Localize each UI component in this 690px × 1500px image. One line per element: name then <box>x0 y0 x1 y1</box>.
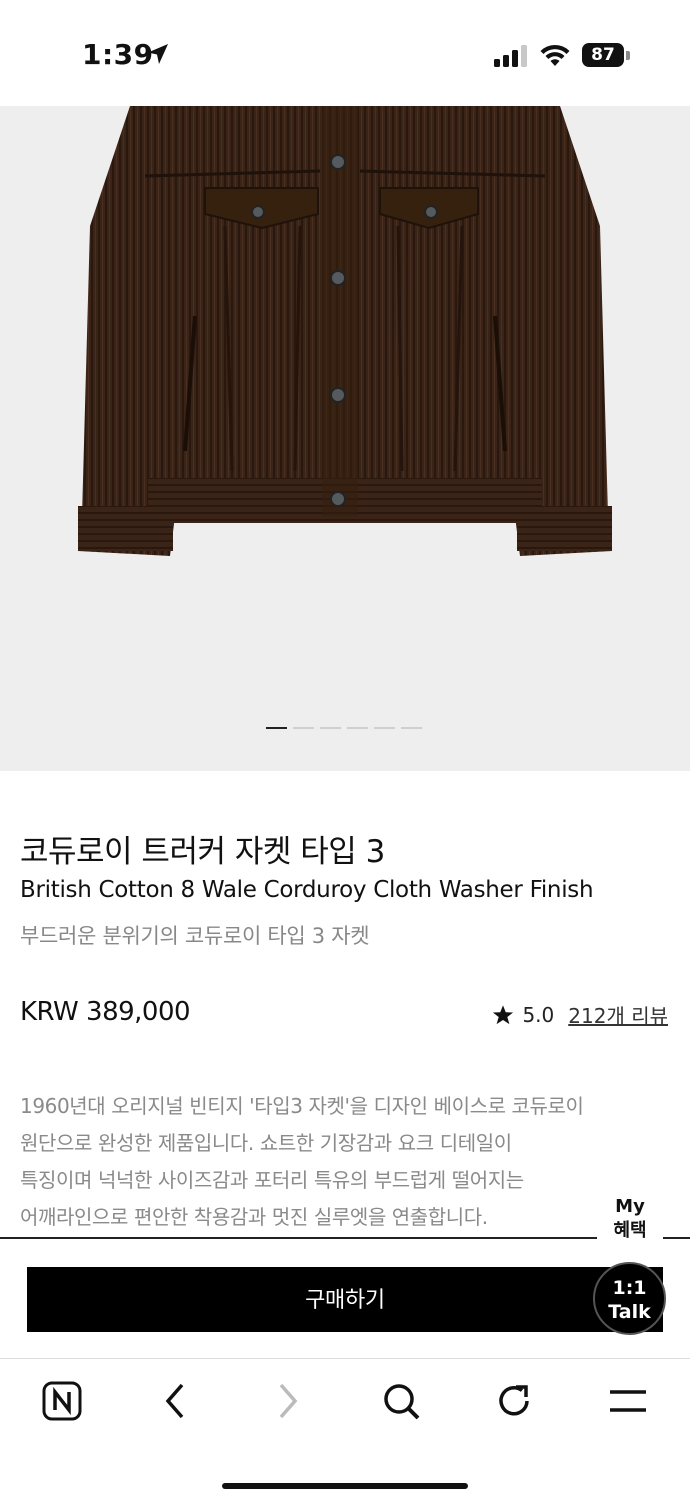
jacket-illustration <box>78 106 612 556</box>
reviews-link[interactable]: 212개 리뷰 <box>568 1000 668 1029</box>
status-time: 1:39 <box>82 38 154 71</box>
divider <box>663 1237 690 1239</box>
naver-home-icon[interactable] <box>40 1379 84 1423</box>
my-benefit-button[interactable]: My 혜택 <box>600 1195 660 1243</box>
talk-button[interactable]: 1:1 Talk <box>593 1262 666 1335</box>
description-line: 어깨라인으로 편안한 착용감과 멋진 실루엣을 연출합니다. <box>20 1205 488 1229</box>
pager-dot[interactable] <box>374 727 395 729</box>
my-benefit-label-2: 혜택 <box>613 1220 647 1241</box>
wifi-icon <box>540 44 570 66</box>
product-title-ko: 코듀로이 트러커 자켓 타입 3 <box>20 834 385 870</box>
product-image[interactable] <box>0 106 690 771</box>
talk-label-1: 1:1 <box>612 1277 647 1299</box>
battery-level: 87 <box>582 43 624 67</box>
my-benefit-label-1: My <box>615 1196 645 1217</box>
description-line: 1960년대 오리지널 빈티지 '타입3 자켓'을 디자인 베이스로 코듀로이 <box>20 1094 584 1118</box>
buy-button[interactable]: 구매하기 <box>27 1267 663 1332</box>
image-pager[interactable] <box>266 727 422 730</box>
pager-dot[interactable] <box>401 727 422 729</box>
status-bar: 1:39 87 <box>0 0 690 106</box>
product-subtitle: 부드러운 분위기의 코듀로이 타입 3 자켓 <box>20 924 370 948</box>
location-arrow-icon <box>148 44 168 64</box>
description-line: 원단으로 완성한 제품입니다. 쇼트한 기장감과 요크 디테일이 <box>20 1131 512 1155</box>
product-description: 1960년대 오리지널 빈티지 '타입3 자켓'을 디자인 베이스로 코듀로이 … <box>20 1088 680 1236</box>
description-line: 특징이며 넉넉한 사이즈감과 포터리 특유의 부드럽게 떨어지는 <box>20 1168 524 1192</box>
pager-dot[interactable] <box>320 727 341 729</box>
search-icon[interactable] <box>379 1379 423 1423</box>
divider <box>0 1237 597 1239</box>
talk-label-2: Talk <box>608 1301 651 1323</box>
refresh-icon[interactable] <box>492 1379 536 1423</box>
rating: 5.0 212개 리뷰 <box>492 1000 668 1029</box>
browser-bottom-nav <box>0 1358 690 1500</box>
battery-icon: 87 <box>582 43 630 69</box>
back-icon[interactable] <box>153 1379 197 1423</box>
pager-dot[interactable] <box>293 727 314 729</box>
pager-dot[interactable] <box>347 727 368 729</box>
product-title-en: British Cotton 8 Wale Corduroy Cloth Was… <box>20 877 594 903</box>
product-price: KRW 389,000 <box>20 997 191 1027</box>
star-icon <box>493 1004 514 1024</box>
home-indicator <box>222 1483 468 1489</box>
rating-score: 5.0 <box>522 1002 555 1027</box>
signal-icon <box>494 45 527 67</box>
pager-dot[interactable] <box>266 727 287 729</box>
menu-icon[interactable] <box>606 1379 650 1423</box>
forward-icon[interactable] <box>266 1379 310 1423</box>
